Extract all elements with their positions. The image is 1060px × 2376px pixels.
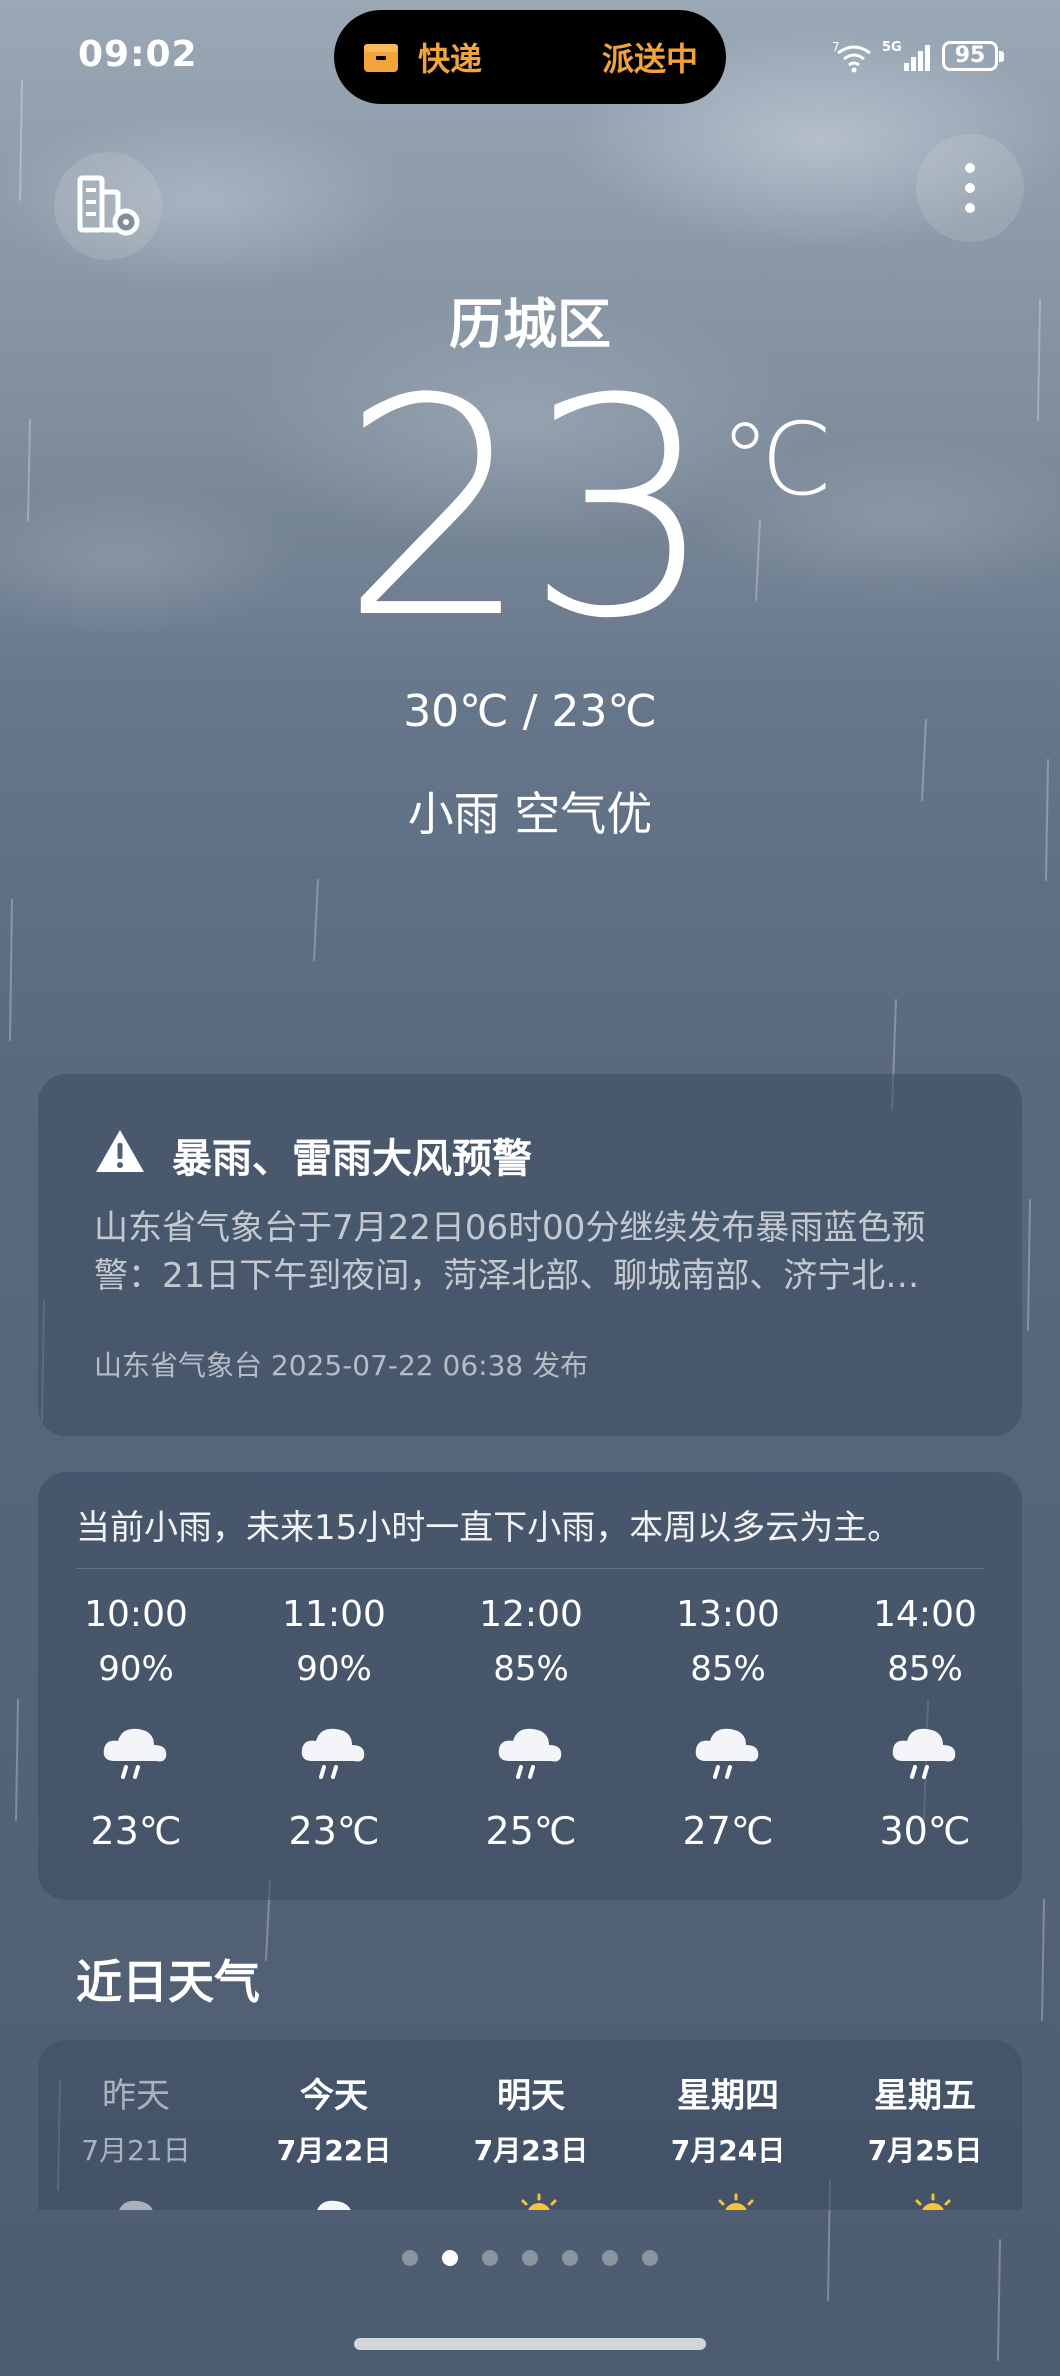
hourly-time: 12:00	[479, 1594, 583, 1635]
light-rain-icon	[103, 1728, 167, 1779]
status-time: 09:02	[78, 34, 198, 75]
daily-item[interactable]: 星期四 7月24日	[653, 2068, 803, 2210]
alert-footer: 山东省气象台 2025-07-22 06:38 发布	[94, 1349, 589, 1382]
page-dot[interactable]	[522, 2250, 538, 2266]
hourly-precip: 90%	[98, 1649, 174, 1689]
page-dot[interactable]	[642, 2250, 658, 2266]
daily-item[interactable]: 明天 7月23日	[456, 2068, 606, 2210]
daily-forecast-card[interactable]: 昨天 7月21日 今天 7月22日 明天 7月23日 星期四 7月24日 星期五…	[38, 2040, 1022, 2210]
partly-sunny-icon	[521, 2193, 557, 2210]
weather-alert-card[interactable]: 暴雨、雷雨大风预警 山东省气象台于7月22日06时00分继续发布暴雨蓝色预警：2…	[38, 1074, 1022, 1436]
forecast-summary: 当前小雨，未来15小时一直下小雨，本周以多云为主。	[76, 1508, 902, 1548]
day-date: 7月21日	[81, 2134, 191, 2167]
dynamic-island[interactable]: 快递 派送中	[334, 10, 726, 104]
hourly-item: 10:00 90% 23℃	[61, 1594, 211, 1853]
alert-body: 山东省气象台于7月22日06时00分继续发布暴雨蓝色预警：21日下午到夜间，菏泽…	[94, 1208, 926, 1296]
day-name: 明天	[497, 2076, 565, 2116]
cloudy-icon	[119, 2200, 153, 2210]
temperature-unit: ℃	[720, 401, 833, 518]
light-rain-icon	[498, 1728, 562, 1779]
light-rain-icon	[301, 1728, 365, 1779]
hourly-temp: 30℃	[879, 1809, 971, 1853]
hourly-item: 14:00 85% 30℃	[850, 1594, 1000, 1853]
hourly-forecast-card[interactable]: 当前小雨，未来15小时一直下小雨，本周以多云为主。 10:00 90% 23℃ …	[38, 1472, 1022, 1900]
hourly-precip: 85%	[493, 1649, 569, 1689]
current-temperature: 23	[340, 335, 716, 684]
partly-sunny-icon	[915, 2193, 951, 2210]
weather-condition: 小雨 空气优	[407, 787, 653, 841]
hourly-precip: 85%	[887, 1649, 963, 1689]
wifi-icon: 7	[832, 40, 871, 73]
hourly-temp: 27℃	[682, 1809, 774, 1853]
daily-item[interactable]: 昨天 7月21日	[61, 2068, 211, 2210]
hourly-time: 11:00	[282, 1594, 386, 1635]
daily-section-title: 近日天气	[76, 1955, 260, 2009]
hourly-time: 10:00	[84, 1594, 188, 1635]
day-name: 星期五	[874, 2076, 976, 2116]
hourly-time: 14:00	[873, 1594, 977, 1635]
home-indicator[interactable]	[354, 2338, 706, 2350]
partly-sunny-icon	[718, 2193, 754, 2210]
svg-text:5G: 5G	[882, 40, 902, 55]
day-date: 7月24日	[670, 2134, 786, 2167]
cloudy-icon	[317, 2200, 351, 2210]
day-date: 7月23日	[473, 2134, 589, 2167]
page-indicator[interactable]	[0, 2250, 1060, 2266]
page-dot[interactable]	[482, 2250, 498, 2266]
hourly-time: 13:00	[676, 1594, 780, 1635]
daily-item[interactable]: 星期五 7月25日	[850, 2068, 1000, 2210]
island-status-label: 派送中	[601, 40, 698, 78]
divider	[76, 1568, 984, 1569]
daily-item[interactable]: 今天 7月22日	[259, 2068, 409, 2210]
city-settings-icon	[77, 175, 140, 236]
temperature-range: 30℃ / 23℃	[403, 686, 657, 737]
light-rain-icon	[695, 1728, 759, 1779]
day-date: 7月25日	[867, 2134, 983, 2167]
hourly-temp: 23℃	[288, 1809, 380, 1853]
package-icon	[364, 44, 398, 72]
system-icons: 7 5G 95	[832, 36, 1004, 76]
more-vertical-icon	[965, 163, 975, 213]
more-options-button[interactable]	[916, 134, 1024, 242]
status-bar: 09:02 快递 派送中 7 5G 95	[0, 0, 1060, 110]
city-management-button[interactable]	[54, 152, 162, 260]
alert-title: 暴雨、雷雨大风预警	[172, 1136, 532, 1182]
hourly-precip: 85%	[690, 1649, 766, 1689]
hourly-precip: 90%	[296, 1649, 372, 1689]
hourly-item: 13:00 85% 27℃	[653, 1594, 803, 1853]
cellular-signal-icon: 5G	[882, 40, 930, 71]
hourly-temp: 25℃	[485, 1809, 577, 1853]
page-dot[interactable]	[602, 2250, 618, 2266]
day-name: 昨天	[102, 2076, 170, 2116]
warning-icon	[96, 1130, 144, 1172]
day-date: 7月22日	[276, 2134, 392, 2167]
battery-indicator: 95	[942, 41, 1004, 71]
page-dot[interactable]	[562, 2250, 578, 2266]
island-delivery-label: 快递	[418, 40, 483, 78]
hourly-item: 12:00 85% 25℃	[456, 1594, 606, 1853]
hourly-temp: 23℃	[90, 1809, 182, 1853]
page-dot[interactable]	[402, 2250, 418, 2266]
page-dot-active[interactable]	[442, 2250, 458, 2266]
day-name: 今天	[300, 2076, 368, 2116]
light-rain-icon	[892, 1728, 956, 1779]
day-name: 星期四	[677, 2076, 779, 2116]
hourly-item: 11:00 90% 23℃	[259, 1594, 409, 1853]
